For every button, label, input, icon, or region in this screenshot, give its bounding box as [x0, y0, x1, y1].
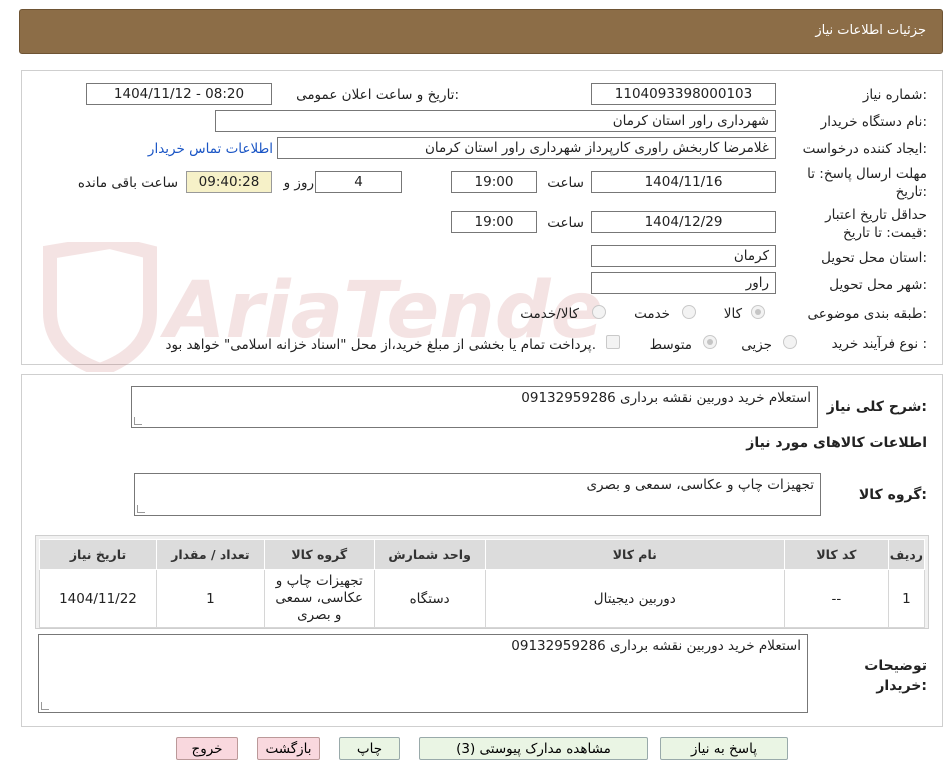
goods-group-text: تجهیزات چاپ و عکاسی، سمعی و بصری: [586, 477, 814, 493]
cell-need-date: 1404/11/22: [39, 569, 157, 628]
back-button[interactable]: بازگشت: [257, 737, 320, 760]
print-button[interactable]: چاپ: [339, 737, 400, 760]
col-item-name: نام کالا: [484, 539, 785, 570]
remaining-time-field: 09:40:28: [186, 171, 272, 193]
exit-button[interactable]: خروج: [176, 737, 238, 760]
category-radio-goods[interactable]: [751, 305, 765, 319]
announce-field: 1404/11/12 - 08:20: [86, 83, 272, 105]
resize-grip-icon[interactable]: [137, 505, 145, 513]
process-radio-minor[interactable]: [783, 335, 797, 349]
buyer-contact-link[interactable]: اطلاعات تماس خریدار: [148, 141, 273, 157]
resize-grip-icon[interactable]: [41, 702, 49, 710]
buyer-org-field: شهرداری راور استان کرمان: [215, 110, 776, 132]
category-radio-service[interactable]: [682, 305, 696, 319]
requester-field: غلامرضا کاربخش راوری کارپرداز شهرداری را…: [277, 137, 776, 159]
page-title: جزئیات اطلاعات نیاز: [815, 23, 926, 38]
treasury-checkbox[interactable]: [606, 335, 620, 349]
col-unit: واحد شمارش: [373, 539, 486, 570]
process-option-medium: متوسط: [649, 337, 692, 353]
province-label: استان محل تحویل:: [821, 250, 927, 266]
cell-unit: دستگاه: [373, 569, 486, 628]
city-field: راور: [591, 272, 776, 294]
validity-date-field: 1404/12/29: [591, 211, 776, 233]
city-label: شهر محل تحویل:: [829, 277, 927, 293]
col-quantity: تعداد / مقدار: [155, 539, 265, 570]
col-item-code: کد کالا: [783, 539, 889, 570]
items-table: ردیف کد کالا نام کالا واحد شمارش گروه کا…: [39, 539, 926, 628]
goods-group-label: گروه کالا:: [858, 487, 927, 503]
validity-time-label: ساعت: [547, 215, 584, 231]
cell-item-group: تجهیزات چاپ و عکاسی، سمعی و بصری: [263, 569, 375, 628]
announce-label: تاریخ و ساعت اعلان عمومی:: [296, 87, 459, 103]
cell-item-code: --: [783, 569, 889, 628]
buyer-org-label: نام دستگاه خریدار:: [820, 114, 927, 130]
reply-button[interactable]: پاسخ به نیاز: [660, 737, 788, 760]
requester-label: ایجاد کننده درخواست:: [802, 141, 927, 157]
buyer-notes-text: استعلام خرید دوربین نقشه برداری 09132959…: [511, 638, 801, 654]
category-option-service: خدمت: [634, 306, 670, 322]
cell-row-number: 1: [887, 569, 926, 628]
summary-label: شرح کلی نیاز:: [826, 399, 927, 415]
col-item-group: گروه کالا: [263, 539, 375, 570]
deadline-date-field: 1404/11/16: [591, 171, 776, 193]
buyer-notes-textarea[interactable]: استعلام خرید دوربین نقشه برداری 09132959…: [38, 634, 808, 713]
items-table-header: ردیف کد کالا نام کالا واحد شمارش گروه کا…: [39, 539, 926, 570]
cell-quantity: 1: [155, 569, 265, 628]
buyer-notes-label: توضیحات خریدار:: [864, 658, 927, 694]
table-row: 1 -- دوربین دیجیتال دستگاه تجهیزات چاپ و…: [39, 569, 926, 628]
process-type-label: نوع فرآیند خرید :: [831, 336, 927, 352]
validity-time-field: 19:00: [451, 211, 537, 233]
need-number-label: شماره نیاز:: [862, 87, 927, 103]
process-radio-medium[interactable]: [703, 335, 717, 349]
validity-label: حداقل تاریخ اعتبار قیمت: تا تاریخ:: [825, 207, 927, 241]
resize-grip-icon[interactable]: [134, 417, 142, 425]
days-field: 4: [315, 171, 402, 193]
col-need-date: تاریخ نیاز: [39, 539, 157, 570]
days-label: روز و: [283, 175, 314, 191]
need-number-field: 1104093398000103: [591, 83, 776, 105]
goods-info-title: اطلاعات کالاهای مورد نیاز: [746, 435, 927, 451]
header-bar: جزئیات اطلاعات نیاز: [19, 9, 943, 54]
cell-item-name: دوربین دیجیتال: [484, 569, 785, 628]
remaining-label: ساعت باقی مانده: [77, 175, 178, 191]
deadline-time-label: ساعت: [547, 175, 584, 191]
category-label: طبقه بندی موضوعی:: [807, 306, 927, 322]
category-option-goods: کالا: [723, 306, 742, 322]
col-row-number: ردیف: [887, 539, 926, 570]
payment-note: پرداخت تمام یا بخشی از مبلغ خرید،از محل …: [165, 337, 596, 353]
view-attachments-button[interactable]: مشاهده مدارک پیوستی (3): [419, 737, 648, 760]
summary-textarea[interactable]: استعلام خرید دوربین نقشه برداری 09132959…: [131, 386, 818, 428]
province-field: کرمان: [591, 245, 776, 267]
deadline-label: مهلت ارسال پاسخ: تا تاریخ:: [807, 166, 927, 200]
summary-text: استعلام خرید دوربین نقشه برداری 09132959…: [521, 390, 811, 406]
category-radio-both[interactable]: [592, 305, 606, 319]
deadline-time-field: 19:00: [451, 171, 537, 193]
goods-group-textarea[interactable]: تجهیزات چاپ و عکاسی، سمعی و بصری: [134, 473, 821, 516]
process-option-minor: جزیی: [741, 337, 772, 353]
category-option-both: کالا/خدمت: [520, 306, 579, 322]
